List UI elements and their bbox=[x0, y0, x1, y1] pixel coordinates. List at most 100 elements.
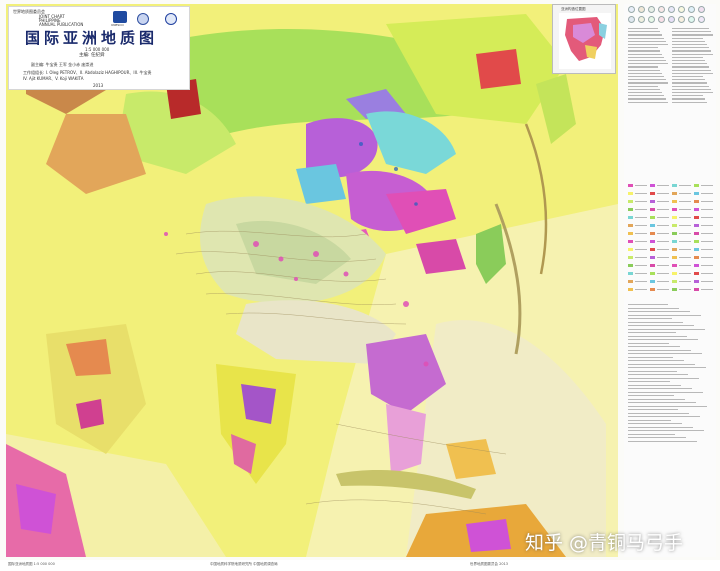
legend-logo-icon bbox=[638, 6, 645, 13]
legend-text-line bbox=[628, 325, 694, 327]
legend-swatch bbox=[672, 224, 677, 227]
legend-swatch-text bbox=[635, 257, 647, 259]
footer-mid-text: 中国地质科学院地质研究所 中国地质调查局 bbox=[210, 562, 278, 566]
legend-swatch-text bbox=[679, 273, 691, 275]
legend-swatch-text bbox=[657, 265, 669, 267]
legend-text-line bbox=[628, 98, 666, 100]
legend-logo-icon bbox=[648, 6, 655, 13]
legend-text-line bbox=[628, 72, 662, 74]
legend-swatch-text bbox=[701, 281, 713, 283]
legend-text-line bbox=[628, 349, 691, 351]
legend-text-line bbox=[672, 69, 711, 71]
legend-text-line bbox=[672, 34, 713, 36]
legend-swatch bbox=[628, 280, 633, 283]
footer-right-text: 世界地质图委员会 2013 bbox=[470, 562, 509, 566]
legend-text-line bbox=[628, 311, 690, 313]
legend-swatch bbox=[694, 200, 699, 203]
legend-swatch bbox=[694, 208, 699, 211]
legend-text-line bbox=[672, 88, 711, 90]
map-year: 2013 bbox=[93, 83, 104, 88]
legend-text-line bbox=[672, 98, 705, 100]
legend-swatch-text bbox=[657, 209, 669, 211]
legend-text-line bbox=[628, 360, 684, 362]
legend-swatch bbox=[650, 272, 655, 275]
legend-swatch-text bbox=[635, 225, 647, 227]
legend-text-line bbox=[628, 63, 668, 65]
legend-text-line bbox=[672, 76, 703, 78]
legend-text-line bbox=[628, 53, 662, 55]
legend-text-line bbox=[672, 50, 711, 52]
legend-text-line bbox=[628, 95, 664, 97]
legend-logo-icon bbox=[698, 16, 705, 23]
legend-text-line bbox=[628, 391, 703, 393]
legend-swatch-text bbox=[701, 209, 713, 211]
legend-text-line bbox=[628, 409, 678, 411]
legend-swatch-text bbox=[657, 217, 669, 219]
legend-swatch bbox=[650, 184, 655, 187]
legend-text-line bbox=[628, 34, 662, 36]
legend-swatch-text bbox=[635, 193, 647, 195]
legend-swatch bbox=[672, 232, 677, 235]
legend-text-line bbox=[672, 47, 709, 49]
legend-text-line bbox=[628, 88, 660, 90]
legend-text-line bbox=[628, 433, 675, 435]
legend-swatch bbox=[672, 272, 677, 275]
legend-text-line bbox=[628, 50, 660, 52]
legend-logo-icon bbox=[698, 6, 705, 13]
legend-text-line bbox=[628, 82, 668, 84]
legend-text-line bbox=[672, 53, 713, 55]
legend-swatch-text bbox=[657, 225, 669, 227]
legend-logo-icon bbox=[668, 16, 675, 23]
legend-text-line bbox=[628, 92, 662, 94]
legend-swatch bbox=[650, 232, 655, 235]
legend-swatch bbox=[628, 288, 633, 291]
legend-logo-icon bbox=[658, 16, 665, 23]
legend-panel bbox=[624, 4, 716, 557]
legend-swatch bbox=[672, 192, 677, 195]
map-title: 国际亚洲地质图 bbox=[25, 29, 159, 47]
legend-text-line bbox=[628, 419, 671, 421]
legend-swatch bbox=[628, 192, 633, 195]
legend-swatch bbox=[672, 280, 677, 283]
legend-text-line bbox=[628, 335, 687, 337]
legend-swatch-text bbox=[657, 233, 669, 235]
legend-swatch bbox=[628, 264, 633, 267]
legend-swatch-text bbox=[657, 201, 669, 203]
legend-text-line bbox=[672, 82, 707, 84]
title-block: 世界地质图委员会 JOINT CHART PHILIPPINE ANNUAL P… bbox=[8, 6, 190, 90]
legend-text-line bbox=[628, 44, 668, 46]
legend-text-line bbox=[628, 85, 658, 87]
unesco-logo-icon bbox=[113, 11, 127, 23]
legend-text-line bbox=[672, 56, 703, 58]
legend-text-line bbox=[628, 405, 707, 407]
legend-swatch-text bbox=[701, 193, 713, 195]
legend-logo-icon bbox=[628, 16, 635, 23]
legend-text-line bbox=[628, 31, 660, 33]
legend-swatch bbox=[672, 248, 677, 251]
legend-text-line bbox=[628, 37, 664, 39]
legend-swatch-text bbox=[635, 289, 647, 291]
legend-swatch bbox=[694, 272, 699, 275]
legend-text-line bbox=[628, 426, 693, 428]
legend-swatch bbox=[650, 280, 655, 283]
legend-logo-icon bbox=[678, 16, 685, 23]
legend-swatch-text bbox=[701, 185, 713, 187]
legend-swatch-text bbox=[635, 209, 647, 211]
legend-swatch bbox=[694, 248, 699, 251]
legend-swatch bbox=[672, 264, 677, 267]
legend-text-line bbox=[628, 304, 668, 306]
legend-swatch-text bbox=[679, 225, 691, 227]
legend-text-line bbox=[672, 101, 707, 103]
legend-text-line bbox=[628, 69, 660, 71]
legend-swatch-text bbox=[701, 265, 713, 267]
legend-text-line bbox=[672, 40, 705, 42]
legend-swatch bbox=[694, 264, 699, 267]
legend-logo-icon bbox=[688, 6, 695, 13]
legend-text-line bbox=[672, 85, 709, 87]
legend-text-line bbox=[628, 423, 682, 425]
legend-text-line bbox=[628, 356, 673, 358]
legend-swatch-text bbox=[679, 281, 691, 283]
working-group-1: 工作组组长: I. Oleg PETROV、II. Abdolaziz HAGH… bbox=[23, 70, 152, 75]
legend-logo-icon bbox=[628, 6, 635, 13]
legend-text-line bbox=[672, 31, 711, 33]
